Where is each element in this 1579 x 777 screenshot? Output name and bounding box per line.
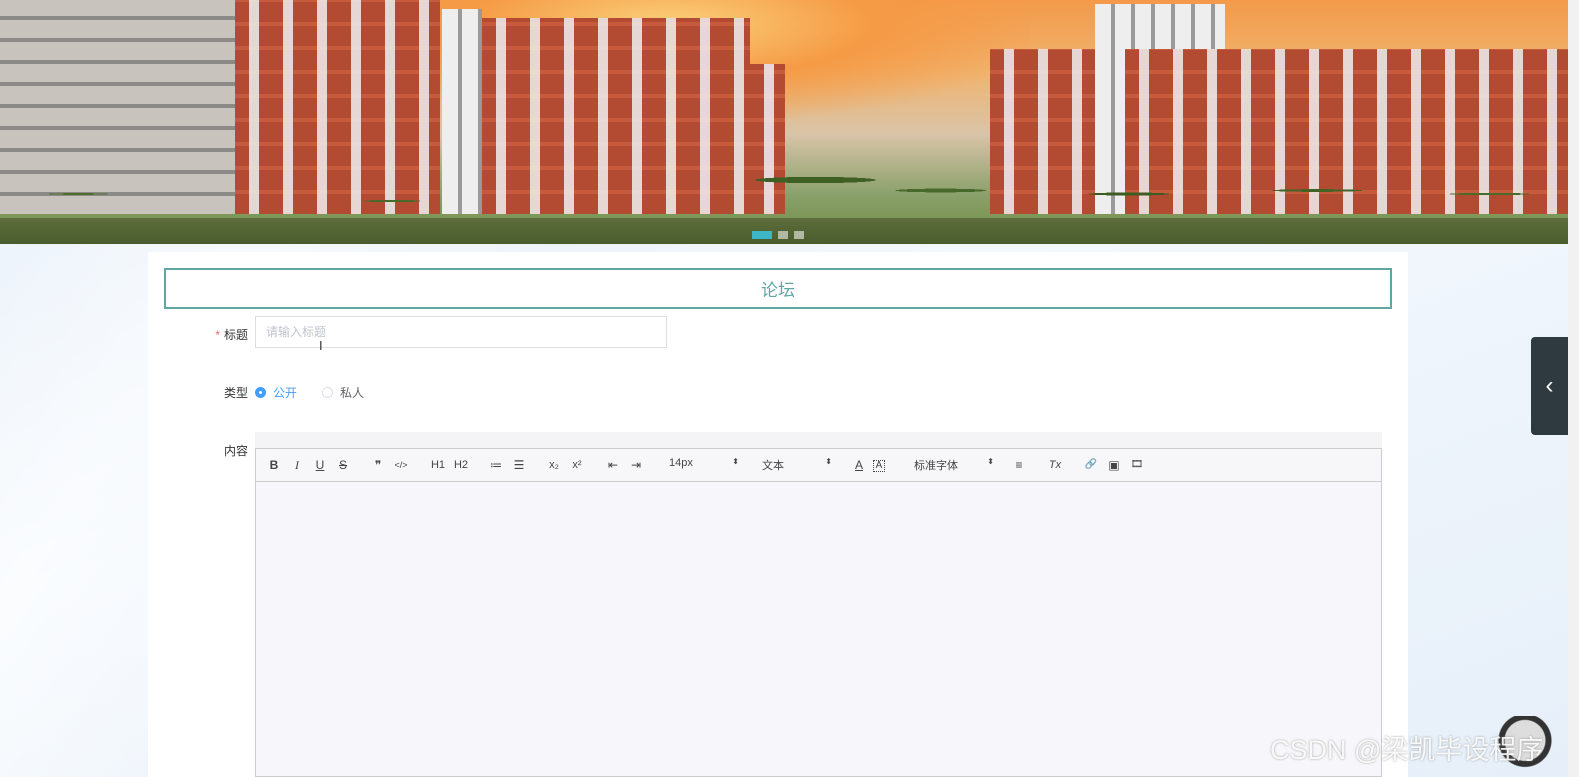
clear-format-icon[interactable]: Tx — [1046, 457, 1064, 473]
editor-toolbar: B I U S ❞ </> H1 H2 ≔ ☰ x₂ x² ⇤ ⇥ 14px ⬍ … — [255, 448, 1382, 482]
header-1-icon[interactable]: H1 — [428, 457, 448, 473]
link-icon[interactable]: 🔗 — [1082, 457, 1100, 473]
superscript-icon[interactable]: x² — [568, 457, 586, 473]
image-icon[interactable]: ▣ — [1105, 457, 1123, 473]
side-panel-toggle[interactable]: ‹ — [1531, 337, 1568, 435]
page-title: 论坛 — [164, 268, 1392, 309]
scrollbar[interactable] — [1568, 0, 1579, 777]
strikethrough-icon[interactable]: S — [334, 457, 352, 473]
ordered-list-icon[interactable]: ≔ — [487, 457, 505, 473]
radio-private[interactable]: 私人 — [322, 384, 364, 401]
content-editor[interactable] — [255, 482, 1382, 777]
carousel-dot[interactable] — [752, 231, 772, 239]
font-size-picker[interactable]: 14px ⬍ — [669, 457, 739, 469]
title-label: * 标题 — [148, 326, 248, 343]
underline-icon[interactable]: U — [311, 457, 329, 473]
subscript-icon[interactable]: x₂ — [545, 457, 563, 473]
radio-circle-icon — [322, 387, 333, 398]
indent-icon[interactable]: ⇥ — [627, 457, 645, 473]
radio-public-label: 公开 — [273, 386, 298, 400]
chevron-updown-icon: ⬍ — [825, 457, 832, 466]
radio-circle-icon — [255, 387, 266, 398]
bullet-list-icon[interactable]: ☰ — [510, 457, 528, 473]
watermark: CSDN @梁凯毕设程序 — [1270, 735, 1544, 765]
font-family-picker[interactable]: 标准字体 ⬍ — [914, 457, 994, 473]
editor-top-bar — [255, 432, 1382, 448]
bold-icon[interactable]: B — [265, 457, 283, 473]
text-color-icon[interactable]: A — [850, 457, 868, 473]
chevron-updown-icon: ⬍ — [987, 457, 994, 466]
italic-icon[interactable]: I — [288, 457, 306, 473]
title-label-text: 标题 — [223, 328, 248, 342]
forum-form-card: 论坛 * 标题 请输入标题 I 类型 公开 私人 内容 B I U S ❞ </>… — [148, 252, 1408, 777]
radio-public[interactable]: 公开 — [255, 384, 297, 401]
title-input[interactable]: 请输入标题 — [255, 316, 667, 348]
radio-private-label: 私人 — [340, 386, 365, 400]
chevron-updown-icon: ⬍ — [732, 457, 739, 466]
campus-banner-carousel[interactable] — [0, 0, 1568, 244]
code-block-icon[interactable]: </> — [392, 457, 410, 473]
page: 论坛 * 标题 请输入标题 I 类型 公开 私人 内容 B I U S ❞ </>… — [0, 0, 1579, 777]
align-icon[interactable]: ≡ — [1010, 457, 1028, 473]
outdent-icon[interactable]: ⇤ — [604, 457, 622, 473]
text-cursor-icon: I — [319, 338, 323, 353]
video-icon[interactable]: 🎞 — [1128, 457, 1146, 473]
chevron-left-icon: ‹ — [1545, 372, 1554, 399]
type-label: 类型 — [223, 386, 248, 400]
blockquote-icon[interactable]: ❞ — [369, 457, 387, 473]
content-label: 内容 — [223, 444, 248, 458]
background-color-icon[interactable]: A — [873, 460, 885, 472]
header-value: 文本 — [762, 460, 784, 472]
font-size-value: 14px — [669, 457, 693, 469]
carousel-indicators — [752, 231, 804, 239]
required-mark: * — [215, 328, 220, 342]
header-picker[interactable]: 文本 ⬍ — [762, 457, 832, 473]
banner-trees — [0, 152, 1568, 222]
carousel-dot[interactable] — [794, 231, 804, 239]
header-2-icon[interactable]: H2 — [451, 457, 471, 473]
font-family-value: 标准字体 — [914, 460, 958, 472]
carousel-dot[interactable] — [778, 231, 788, 239]
